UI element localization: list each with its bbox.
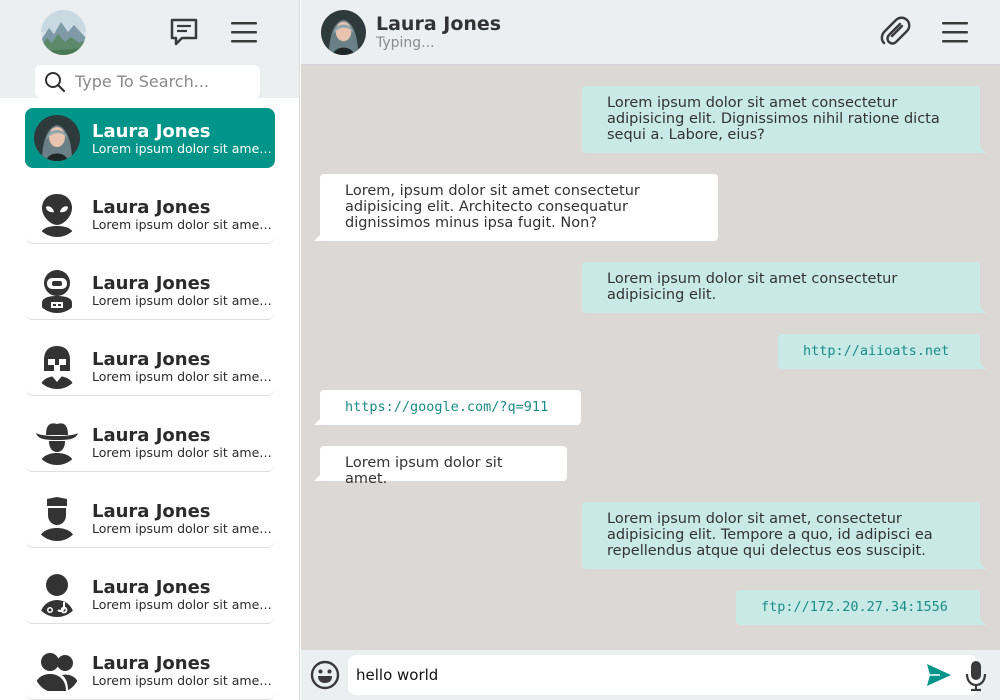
menu-icon <box>942 22 968 43</box>
message-text: Lorem ipsum dolor sit amet consectetur a… <box>607 271 898 303</box>
message-composer <box>301 650 1000 700</box>
chat-status: Typing... <box>376 35 435 51</box>
contact-item[interactable]: Laura Jones Lorem ipsum dolor sit amet c… <box>25 488 275 548</box>
message-incoming: Lorem, ipsum dolor sit amet consectetur … <box>314 174 718 241</box>
doctor-icon <box>34 571 80 617</box>
search-input[interactable] <box>75 65 255 98</box>
police-icon <box>34 495 80 541</box>
contact-name: Laura Jones <box>92 349 211 370</box>
menu-icon <box>231 22 257 43</box>
contact-item[interactable]: Laura Jones Lorem ipsum dolor sit amet c… <box>25 108 275 168</box>
message-text: Lorem, ipsum dolor sit amet consectetur … <box>345 183 640 231</box>
link-text[interactable]: ftp://172.20.27.34:1556 <box>761 599 948 615</box>
composer-box <box>348 655 978 695</box>
alien-icon <box>34 191 80 237</box>
cowboy-icon <box>34 419 80 465</box>
sidebar-header <box>0 0 299 65</box>
contact-item[interactable]: Laura Jones Lorem ipsum dolor sit amet c… <box>25 564 275 624</box>
message-input[interactable] <box>356 655 916 695</box>
contact-name: Laura Jones <box>92 425 211 446</box>
search-bar <box>0 65 299 98</box>
contact-item[interactable]: Laura Jones Lorem ipsum dolor sit amet c… <box>25 640 275 700</box>
contact-item[interactable]: Laura Jones Lorem ipsum dolor sit amet c… <box>25 260 275 320</box>
chat-panel: Laura Jones Typing... Lorem ipsum dolor … <box>301 0 1000 700</box>
contact-preview: Lorem ipsum dolor sit amet consectetur <box>92 521 272 536</box>
chat-header: Laura Jones Typing... <box>301 0 1000 65</box>
message-text: Lorem ipsum dolor sit amet, consectetur … <box>607 511 933 559</box>
microphone-icon <box>965 661 987 692</box>
message-link[interactable]: https://google.com/?q=911 <box>314 390 581 425</box>
send-button[interactable] <box>924 662 954 688</box>
contact-name: Laura Jones <box>92 273 211 294</box>
search-icon <box>45 72 66 93</box>
send-icon <box>927 664 951 686</box>
contact-preview: Lorem ipsum dolor sit amet consectetur <box>92 673 272 688</box>
microphone-button[interactable] <box>963 659 989 693</box>
new-chat-icon <box>170 18 198 46</box>
contact-preview: Lorem ipsum dolor sit amet consectetur <box>92 597 272 612</box>
message-text: Lorem ipsum dolor sit amet. <box>345 455 503 487</box>
helmet-icon <box>34 343 80 389</box>
emoji-icon <box>310 660 340 690</box>
new-chat-button[interactable] <box>166 14 202 50</box>
message-link[interactable]: http://aiioats.net <box>778 334 986 369</box>
link-text[interactable]: http://aiioats.net <box>803 343 949 359</box>
contact-name: Laura Jones <box>92 197 211 218</box>
contact-preview: Lorem ipsum dolor sit amet consectetur <box>92 141 272 156</box>
contact-preview: Lorem ipsum dolor sit amet consectetur <box>92 445 272 460</box>
group-icon <box>34 647 80 693</box>
contact-preview: Lorem ipsum dolor sit amet consectetur <box>92 293 272 308</box>
contact-item[interactable]: Laura Jones Lorem ipsum dolor sit amet c… <box>25 336 275 396</box>
message-outgoing: Lorem ipsum dolor sit amet consectetur a… <box>582 262 986 313</box>
emoji-button[interactable] <box>308 658 342 692</box>
message-outgoing: Lorem ipsum dolor sit amet, consectetur … <box>582 502 986 569</box>
contact-item[interactable]: Laura Jones Lorem ipsum dolor sit amet c… <box>25 412 275 472</box>
contact-name: Laura Jones <box>92 121 211 142</box>
avatar[interactable] <box>321 10 366 55</box>
avatar <box>34 115 80 161</box>
search-box <box>35 65 260 98</box>
contact-preview: Lorem ipsum dolor sit amet consectetur <box>92 217 272 232</box>
link-text[interactable]: https://google.com/?q=911 <box>345 399 548 415</box>
message-incoming: Lorem ipsum dolor sit amet. <box>314 446 567 487</box>
message-link[interactable]: ftp://172.20.27.34:1556 <box>736 590 986 625</box>
message-text: Lorem ipsum dolor sit amet consectetur a… <box>607 95 940 143</box>
contact-name: Laura Jones <box>92 501 211 522</box>
contact-name: Laura Jones <box>92 577 211 598</box>
contact-item[interactable]: Laura Jones Lorem ipsum dolor sit amet c… <box>25 184 275 244</box>
chat-menu-button[interactable] <box>937 14 973 50</box>
chat-contact-name: Laura Jones <box>376 13 502 35</box>
attach-button[interactable] <box>877 14 913 50</box>
astronaut-icon <box>34 267 80 313</box>
contact-preview: Lorem ipsum dolor sit amet consectetur <box>92 369 272 384</box>
sidebar-menu-button[interactable] <box>226 14 262 50</box>
paperclip-icon <box>880 16 911 45</box>
my-profile-avatar[interactable] <box>41 10 86 55</box>
message-outgoing: Lorem ipsum dolor sit amet consectetur a… <box>582 86 986 153</box>
sidebar: Laura Jones Lorem ipsum dolor sit amet c… <box>0 0 300 700</box>
contact-name: Laura Jones <box>92 653 211 674</box>
